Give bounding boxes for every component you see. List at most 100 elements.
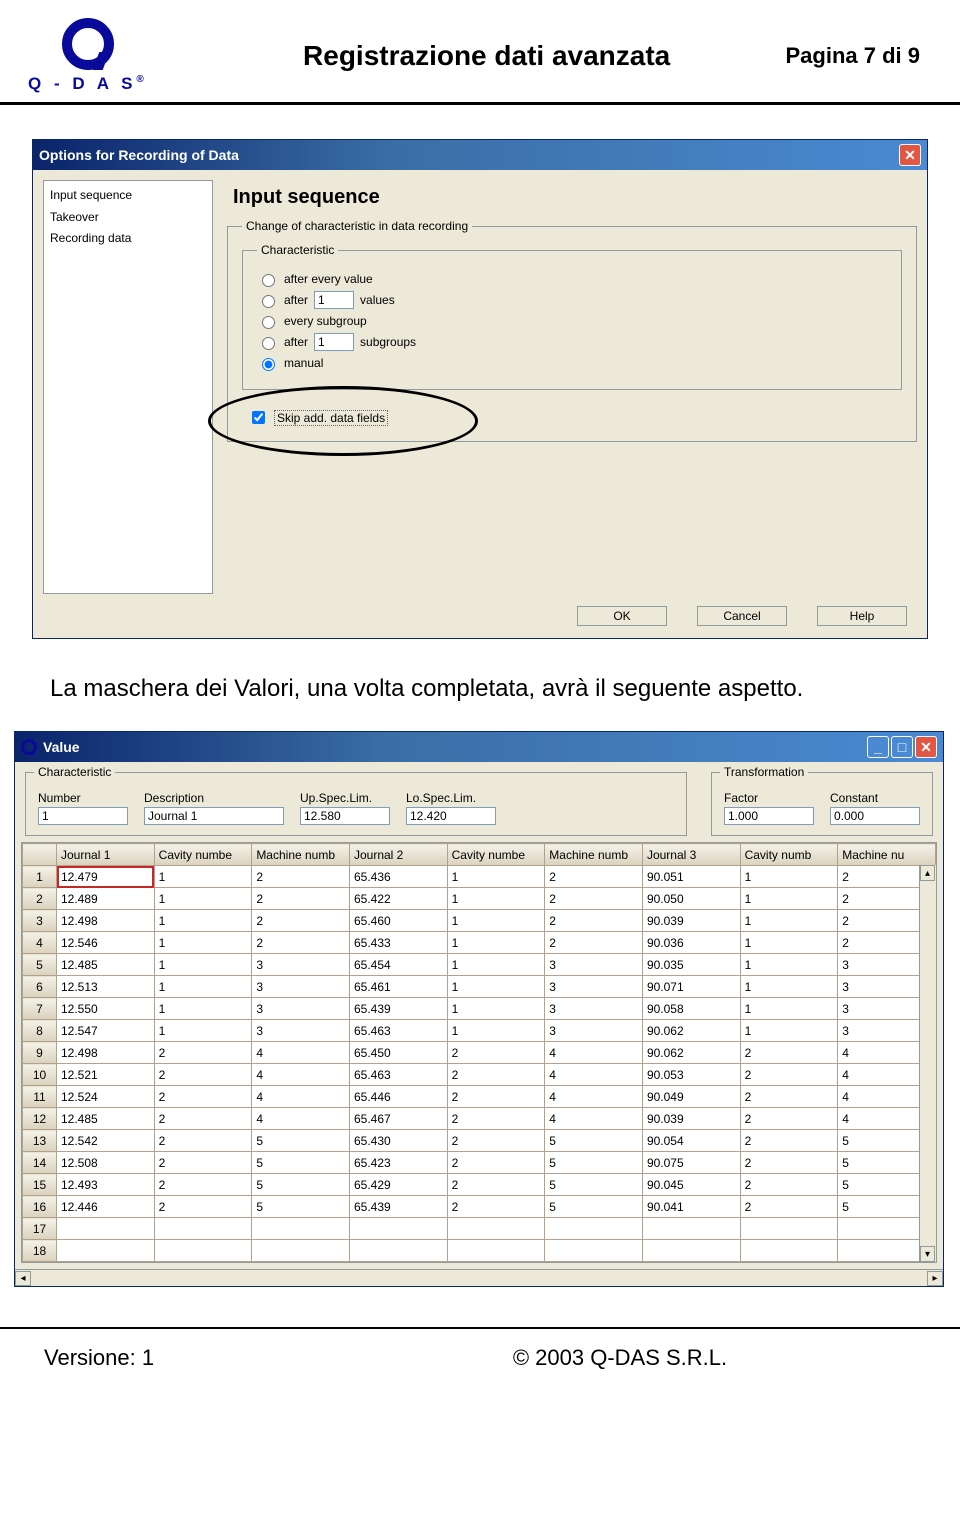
- cell[interactable]: 2: [447, 1130, 545, 1152]
- cell[interactable]: 3: [545, 998, 643, 1020]
- cell[interactable]: 2: [740, 1174, 838, 1196]
- cell[interactable]: 1: [740, 954, 838, 976]
- cell[interactable]: 65.463: [349, 1064, 447, 1086]
- cell[interactable]: 2: [447, 1152, 545, 1174]
- cell[interactable]: 12.446: [57, 1196, 155, 1218]
- cell[interactable]: 1: [447, 954, 545, 976]
- table-row[interactable]: 712.5501365.4391390.05813: [23, 998, 936, 1020]
- cell[interactable]: 65.450: [349, 1042, 447, 1064]
- cell[interactable]: [642, 1240, 740, 1262]
- table-row[interactable]: 212.4891265.4221290.05012: [23, 888, 936, 910]
- cell[interactable]: 90.075: [642, 1152, 740, 1174]
- cell[interactable]: 12.546: [57, 932, 155, 954]
- radio-after-subgroups[interactable]: [262, 337, 275, 350]
- checkbox-skip-fields[interactable]: [252, 411, 265, 424]
- column-header[interactable]: Journal 2: [349, 844, 447, 866]
- cell[interactable]: 65.430: [349, 1130, 447, 1152]
- cell[interactable]: 65.439: [349, 1196, 447, 1218]
- cell[interactable]: 2: [447, 1174, 545, 1196]
- table-row[interactable]: 312.4981265.4601290.03912: [23, 910, 936, 932]
- options-tree[interactable]: Input sequence Takeover Recording data: [43, 180, 213, 594]
- table-row[interactable]: 1212.4852465.4672490.03924: [23, 1108, 936, 1130]
- cell[interactable]: 4: [252, 1086, 350, 1108]
- cell[interactable]: 65.460: [349, 910, 447, 932]
- cell[interactable]: 2: [154, 1108, 252, 1130]
- cell[interactable]: 1: [447, 998, 545, 1020]
- cell[interactable]: 1: [740, 1020, 838, 1042]
- column-header[interactable]: [23, 844, 57, 866]
- cell[interactable]: 1: [154, 954, 252, 976]
- cell[interactable]: 3: [252, 976, 350, 998]
- cell[interactable]: 12.542: [57, 1130, 155, 1152]
- cell[interactable]: 4: [545, 1086, 643, 1108]
- minimize-icon[interactable]: _: [867, 736, 889, 758]
- cell[interactable]: 12.513: [57, 976, 155, 998]
- cell[interactable]: 2: [545, 866, 643, 888]
- cell[interactable]: 90.062: [642, 1020, 740, 1042]
- row-number[interactable]: 4: [23, 932, 57, 954]
- cell[interactable]: 1: [447, 910, 545, 932]
- row-number[interactable]: 18: [23, 1240, 57, 1262]
- cell[interactable]: 90.050: [642, 888, 740, 910]
- description-input[interactable]: [144, 807, 284, 825]
- cell[interactable]: 12.485: [57, 1108, 155, 1130]
- row-number[interactable]: 7: [23, 998, 57, 1020]
- row-number[interactable]: 8: [23, 1020, 57, 1042]
- table-row[interactable]: 18: [23, 1240, 936, 1262]
- tree-item-takeover[interactable]: Takeover: [50, 207, 206, 229]
- cell[interactable]: 90.053: [642, 1064, 740, 1086]
- table-row[interactable]: 1512.4932565.4292590.04525: [23, 1174, 936, 1196]
- radio-after-values[interactable]: [262, 295, 275, 308]
- cell[interactable]: 1: [740, 976, 838, 998]
- cell[interactable]: 2: [740, 1108, 838, 1130]
- close-icon[interactable]: ✕: [899, 144, 921, 166]
- table-row[interactable]: 1112.5242465.4462490.04924: [23, 1086, 936, 1108]
- cell[interactable]: 3: [545, 954, 643, 976]
- cell[interactable]: 90.035: [642, 954, 740, 976]
- cell[interactable]: 1: [740, 932, 838, 954]
- cell[interactable]: 90.051: [642, 866, 740, 888]
- cell[interactable]: 5: [545, 1196, 643, 1218]
- data-grid[interactable]: Journal 1Cavity numbeMachine numbJournal…: [22, 843, 936, 1262]
- column-header[interactable]: Journal 1: [57, 844, 155, 866]
- table-row[interactable]: 412.5461265.4331290.03612: [23, 932, 936, 954]
- cell[interactable]: 2: [545, 910, 643, 932]
- cell[interactable]: 2: [447, 1196, 545, 1218]
- cell[interactable]: 2: [740, 1196, 838, 1218]
- cell[interactable]: 4: [545, 1108, 643, 1130]
- help-button[interactable]: Help: [817, 606, 907, 626]
- cell[interactable]: 65.463: [349, 1020, 447, 1042]
- cell[interactable]: [57, 1240, 155, 1262]
- cell[interactable]: 12.489: [57, 888, 155, 910]
- cell[interactable]: [447, 1218, 545, 1240]
- cell[interactable]: 90.036: [642, 932, 740, 954]
- column-header[interactable]: Cavity numbe: [447, 844, 545, 866]
- cell[interactable]: 1: [154, 910, 252, 932]
- cell[interactable]: 2: [740, 1152, 838, 1174]
- cell[interactable]: 65.467: [349, 1108, 447, 1130]
- cell[interactable]: 2: [154, 1174, 252, 1196]
- tree-item-recording-data[interactable]: Recording data: [50, 228, 206, 250]
- input-subgroups-count[interactable]: [314, 333, 354, 351]
- cell[interactable]: [154, 1240, 252, 1262]
- input-values-count[interactable]: [314, 291, 354, 309]
- cell[interactable]: 5: [252, 1196, 350, 1218]
- cell[interactable]: 65.454: [349, 954, 447, 976]
- cell[interactable]: 1: [447, 888, 545, 910]
- cell[interactable]: 65.422: [349, 888, 447, 910]
- table-row[interactable]: 1612.4462565.4392590.04125: [23, 1196, 936, 1218]
- row-number[interactable]: 13: [23, 1130, 57, 1152]
- cell[interactable]: 12.524: [57, 1086, 155, 1108]
- cell[interactable]: 90.049: [642, 1086, 740, 1108]
- cell[interactable]: 2: [545, 932, 643, 954]
- cell[interactable]: 4: [252, 1064, 350, 1086]
- cell[interactable]: [252, 1218, 350, 1240]
- vertical-scrollbar[interactable]: ▴ ▾: [919, 865, 936, 1262]
- cell[interactable]: 12.521: [57, 1064, 155, 1086]
- cell[interactable]: 2: [252, 932, 350, 954]
- cell[interactable]: [740, 1240, 838, 1262]
- cell[interactable]: 12.508: [57, 1152, 155, 1174]
- row-number[interactable]: 12: [23, 1108, 57, 1130]
- radio-every-value[interactable]: [262, 274, 275, 287]
- cell[interactable]: [349, 1218, 447, 1240]
